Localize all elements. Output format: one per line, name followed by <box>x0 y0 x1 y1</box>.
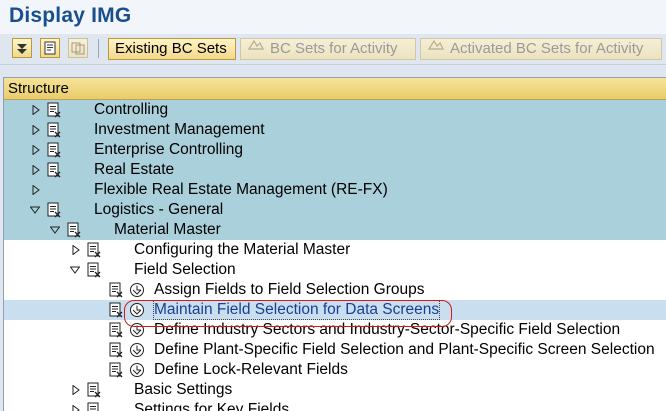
activated-bc-set-icon <box>427 38 445 58</box>
tree-node-label: Enterprise Controlling <box>94 141 244 158</box>
document-icon <box>109 322 123 338</box>
document-icon <box>109 302 123 318</box>
tree-node-label: Real Estate <box>94 161 175 178</box>
tree-node-label: Basic Settings <box>134 381 233 398</box>
expand-arrow-icon[interactable] <box>31 145 41 155</box>
document-icon <box>47 122 61 138</box>
tree-activity-label: Maintain Field Selection for Data Screen… <box>152 300 441 320</box>
tree-activity-selected[interactable]: Maintain Field Selection for Data Screen… <box>4 300 666 320</box>
tree-node[interactable]: Basic Settings <box>4 380 666 400</box>
tree-node-label: Configuring the Material Master <box>134 241 351 258</box>
execute-clock-icon[interactable] <box>129 302 145 318</box>
tree-node[interactable]: Investment Management <box>4 120 666 140</box>
document-icon <box>109 282 123 298</box>
existing-bc-sets-button[interactable]: Existing BC Sets <box>108 38 236 60</box>
tree-activity[interactable]: Define Industry Sectors and Industry-Sec… <box>4 320 666 340</box>
tree-node[interactable]: Enterprise Controlling <box>4 140 666 160</box>
document-icon <box>47 202 61 218</box>
document-icon <box>109 342 123 358</box>
tree-node-label: Controlling <box>94 101 169 118</box>
structure-header: Structure <box>4 78 666 100</box>
document-icon <box>47 142 61 158</box>
document-icon <box>87 242 101 258</box>
execute-clock-icon[interactable] <box>129 362 145 378</box>
expand-subtree-icon[interactable] <box>12 38 32 58</box>
activated-bc-sets-button: Activated BC Sets for Activity <box>420 38 662 60</box>
execute-clock-icon[interactable] <box>129 282 145 298</box>
expand-arrow-icon[interactable] <box>31 165 41 175</box>
tree-activity[interactable]: Assign Fields to Field Selection Groups <box>4 280 666 300</box>
tree-activity-label: Define Industry Sectors and Industry-Sec… <box>154 321 621 338</box>
tree-node-label: Flexible Real Estate Management (RE-FX) <box>94 181 388 198</box>
bc-set-icon <box>247 38 265 58</box>
tree-activity[interactable]: Define Lock-Relevant Fields <box>4 360 666 380</box>
toolbar-separator <box>98 39 99 58</box>
expand-arrow-icon[interactable] <box>71 245 81 255</box>
expand-arrow-icon[interactable] <box>71 405 81 411</box>
tree-node[interactable]: Flexible Real Estate Management (RE-FX) <box>4 180 666 200</box>
structure-panel: Structure Controlling Investment Managem… <box>3 77 666 411</box>
tree-node[interactable]: Configuring the Material Master <box>4 240 666 260</box>
tree-node[interactable]: Real Estate <box>4 160 666 180</box>
img-tree: Controlling Investment Management Enterp… <box>4 100 666 411</box>
document-icon <box>87 382 101 398</box>
document-icon <box>67 222 81 238</box>
tree-node[interactable]: Controlling <box>4 100 666 120</box>
tree-node[interactable]: Material Master <box>4 220 666 240</box>
activated-bc-sets-label: Activated BC Sets for Activity <box>450 40 644 57</box>
document-icon <box>47 162 61 178</box>
expand-arrow-icon[interactable] <box>31 125 41 135</box>
expand-arrow-icon[interactable] <box>31 105 41 115</box>
where-used-icon[interactable] <box>40 38 60 58</box>
execute-clock-icon[interactable] <box>129 322 145 338</box>
window-title: Display IMG <box>9 4 132 27</box>
tree-node[interactable]: Logistics - General <box>4 200 666 220</box>
expand-arrow-icon[interactable] <box>71 385 81 395</box>
expand-arrow-icon[interactable] <box>31 185 41 195</box>
collapse-arrow-icon[interactable] <box>70 265 80 275</box>
execute-clock-icon[interactable] <box>129 342 145 358</box>
tree-node[interactable]: Settings for Key Fields <box>4 400 666 411</box>
bc-sets-for-activity-button: BC Sets for Activity <box>240 38 416 60</box>
tree-activity-label: Define Lock-Relevant Fields <box>154 361 348 378</box>
tree-activity-label: Assign Fields to Field Selection Groups <box>154 281 425 298</box>
tree-activity-label: Define Plant-Specific Field Selection an… <box>154 341 655 358</box>
collapse-arrow-icon[interactable] <box>30 205 40 215</box>
bc-sets-for-activity-label: BC Sets for Activity <box>270 40 398 57</box>
tree-node-label: Material Master <box>114 221 221 238</box>
document-icon <box>87 262 101 278</box>
document-icon <box>109 362 123 378</box>
collapse-arrow-icon[interactable] <box>50 225 60 235</box>
copy-icon <box>68 38 88 58</box>
tree-node-label: Investment Management <box>94 121 265 138</box>
document-icon <box>47 102 61 118</box>
tree-node-label: Field Selection <box>134 261 236 278</box>
tree-node-label: Logistics - General <box>94 201 224 218</box>
application-toolbar: Existing BC Sets BC Sets for Activity Ac… <box>0 34 666 65</box>
existing-bc-sets-label: Existing BC Sets <box>115 40 227 57</box>
tree-node[interactable]: Field Selection <box>4 260 666 280</box>
tree-activity[interactable]: Define Plant-Specific Field Selection an… <box>4 340 666 360</box>
title-bar: Display IMG <box>0 0 666 34</box>
